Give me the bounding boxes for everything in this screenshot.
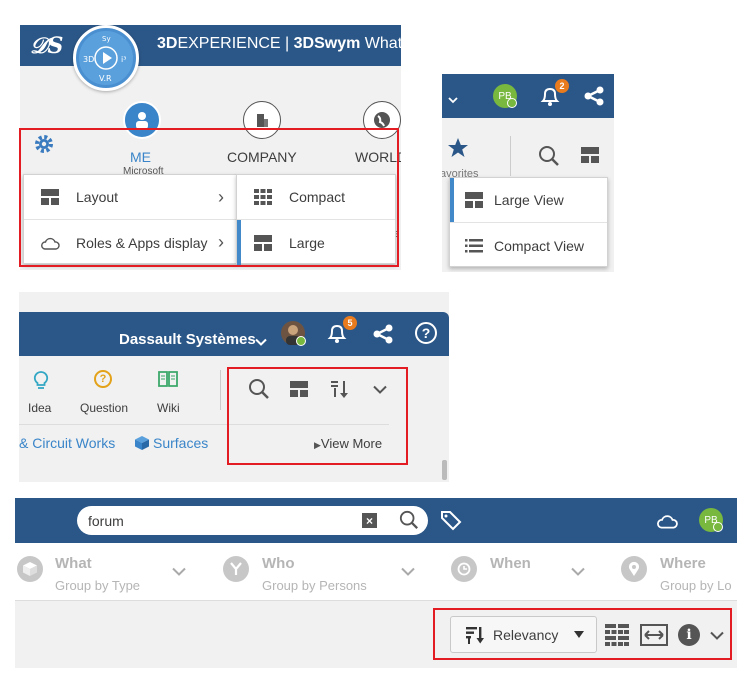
person-icon	[223, 556, 249, 582]
search-icon[interactable]	[399, 510, 419, 530]
facet-title: Where	[660, 555, 706, 572]
tool-idea[interactable]: Idea	[28, 401, 51, 415]
notification-badge: 2	[555, 79, 569, 93]
tool-wiki[interactable]: Wiki	[157, 401, 180, 415]
ds-logo-icon: 𝒟S	[28, 29, 68, 59]
svg-text:V.R: V.R	[99, 74, 112, 83]
chevron-down-icon	[401, 567, 415, 576]
facet-title: Who	[262, 555, 295, 572]
menu-item-compact-view[interactable]: Compact View	[450, 223, 607, 268]
layout-icon	[464, 192, 484, 208]
chevron-down-icon[interactable]	[448, 96, 458, 104]
tag-icon[interactable]	[440, 509, 462, 531]
panel-view-menu: PB 2 avorites Large View Compact View	[442, 74, 614, 272]
notification-badge: 5	[343, 316, 357, 330]
idea-bulb-icon[interactable]	[32, 370, 50, 390]
brand-title: 3DEXPERIENCE | 3DSwym What's	[157, 35, 401, 52]
question-icon[interactable]: ?	[94, 370, 112, 388]
menu-item-label: Compact View	[494, 237, 585, 254]
svg-text:Sy: Sy	[102, 35, 111, 43]
scrollbar[interactable]	[442, 460, 447, 480]
chevron-down-icon	[172, 567, 186, 576]
status-check-icon	[713, 522, 723, 532]
share-icon[interactable]	[582, 84, 606, 108]
facet-where[interactable]: Where Group by Lo	[621, 553, 737, 593]
divider	[220, 370, 221, 410]
svg-text:3D: 3D	[83, 55, 94, 64]
facet-what[interactable]: What Group by Type	[15, 553, 215, 593]
facet-subtitle: Group by Lo	[660, 578, 732, 593]
company-name[interactable]: Dassault Systèmes	[119, 331, 256, 348]
wiki-book-icon[interactable]	[158, 370, 178, 388]
facet-who[interactable]: Who Group by Persons	[223, 553, 423, 593]
facet-title: When	[490, 555, 531, 572]
highlight-box	[19, 128, 399, 267]
cube-icon	[135, 436, 149, 450]
menu-item-label: Large View	[494, 192, 564, 208]
list-icon	[464, 238, 484, 253]
facet-title: What	[55, 555, 92, 572]
link-circuit-works[interactable]: & Circuit Works	[19, 435, 115, 451]
svg-text:𝒟S: 𝒟S	[30, 33, 63, 59]
favorites-star-icon[interactable]	[447, 137, 469, 159]
menu-item-large-view[interactable]: Large View	[450, 178, 607, 223]
chevron-down-icon	[571, 567, 585, 576]
layout-icon[interactable]	[581, 147, 599, 163]
clock-icon	[451, 556, 477, 582]
status-check-icon	[507, 98, 517, 108]
cube-icon	[17, 556, 43, 582]
status-check-icon	[296, 336, 306, 346]
highlight-box	[227, 367, 408, 465]
svg-text:i³: i³	[121, 55, 126, 64]
chevron-down-icon[interactable]	[255, 338, 267, 346]
share-icon[interactable]	[371, 322, 395, 346]
facet-subtitle: Group by Type	[55, 578, 141, 593]
view-menu: Large View Compact View	[449, 177, 608, 267]
facet-when[interactable]: When	[451, 553, 601, 593]
highlight-box	[433, 608, 732, 660]
cloud-icon[interactable]	[656, 513, 678, 529]
search-input[interactable]: forum	[88, 513, 124, 529]
location-pin-icon	[621, 556, 647, 582]
link-surfaces[interactable]: Surfaces	[153, 435, 208, 451]
tool-question[interactable]: Question	[80, 401, 128, 415]
help-icon[interactable]: ?	[415, 322, 437, 344]
compass-icon[interactable]: 3D i³ V.R Sy	[73, 25, 139, 91]
search-icon[interactable]	[538, 145, 560, 167]
divider	[510, 136, 511, 176]
facet-subtitle: Group by Persons	[262, 578, 367, 593]
clear-icon[interactable]: ×	[362, 513, 377, 528]
